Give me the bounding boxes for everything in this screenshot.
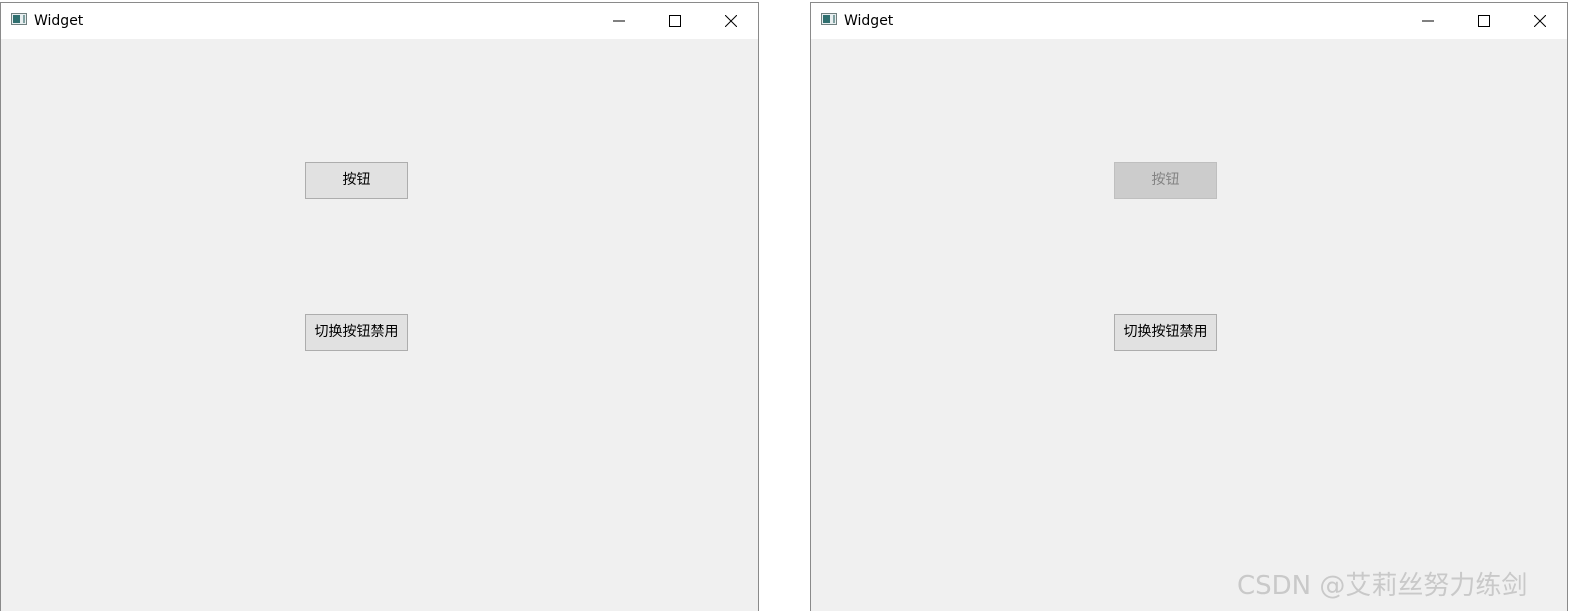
window-client-area: 按钮 切换按钮禁用	[1, 39, 758, 611]
app-icon	[11, 13, 27, 25]
title-bar[interactable]: Widget	[1, 3, 758, 39]
window-title: Widget	[34, 13, 84, 29]
minimize-icon[interactable]	[596, 3, 642, 39]
window-client-area: 按钮 切换按钮禁用	[811, 39, 1567, 611]
push-button[interactable]: 按钮	[305, 162, 408, 199]
app-icon	[821, 13, 837, 25]
minimize-icon[interactable]	[1405, 3, 1451, 39]
csdn-watermark: CSDN @艾莉丝努力练剑	[1237, 571, 1528, 601]
widget-window-disabled: Widget 按钮 切换按钮禁用	[810, 2, 1568, 611]
close-icon[interactable]	[708, 3, 754, 39]
maximize-icon[interactable]	[652, 3, 698, 39]
maximize-icon[interactable]	[1461, 3, 1507, 39]
toggle-disable-button[interactable]: 切换按钮禁用	[305, 314, 408, 351]
window-title: Widget	[844, 13, 894, 29]
screenshot-page: Widget 按钮 切换按钮禁用 Widget 按钮 切换按钮禁用 CSDN @…	[0, 0, 1569, 611]
close-icon[interactable]	[1517, 3, 1563, 39]
widget-window-enabled: Widget 按钮 切换按钮禁用	[0, 2, 759, 611]
toggle-disable-button[interactable]: 切换按钮禁用	[1114, 314, 1217, 351]
push-button-disabled: 按钮	[1114, 162, 1217, 199]
title-bar[interactable]: Widget	[811, 3, 1567, 39]
